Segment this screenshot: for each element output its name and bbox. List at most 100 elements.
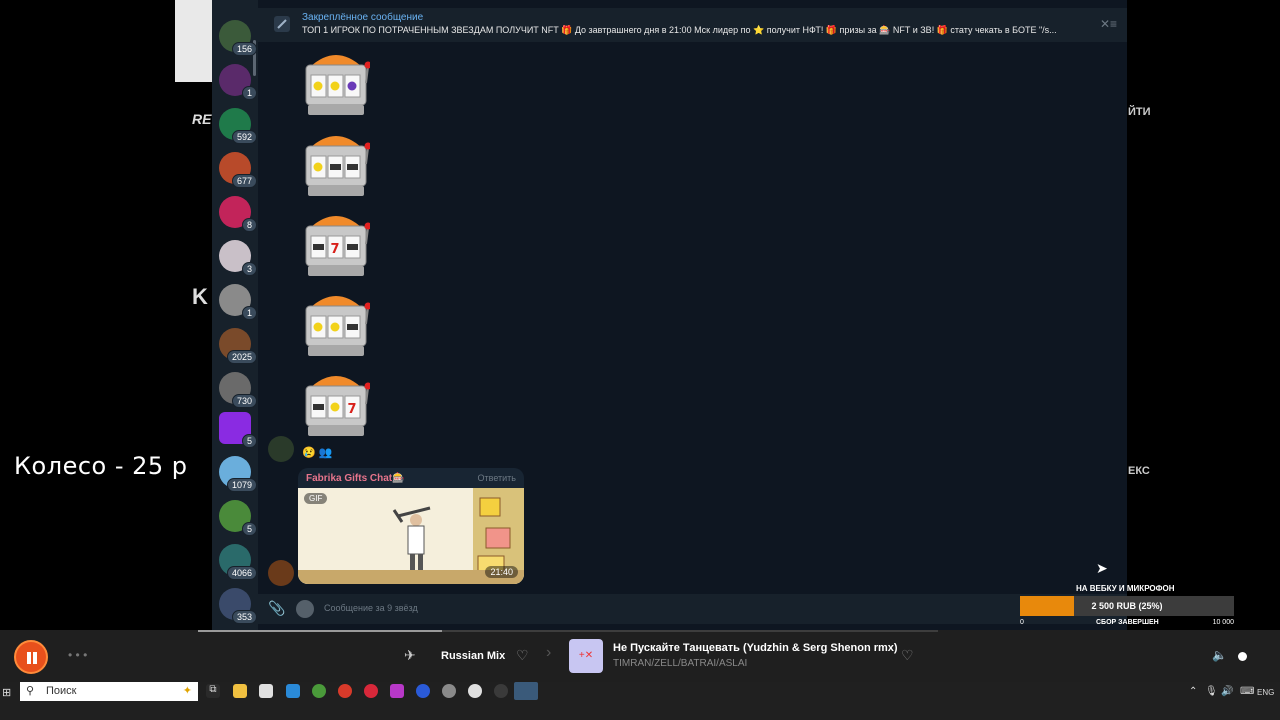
- more-icon[interactable]: • • •: [68, 648, 87, 662]
- volume-slider-handle[interactable]: [1238, 652, 1247, 661]
- track-artist[interactable]: TIMRAN/ZELL/BATRAI/ASLAI: [613, 658, 747, 669]
- donation-max: 10 000: [1212, 619, 1234, 626]
- slot-machine-sticker[interactable]: [302, 126, 372, 198]
- chat-avatar[interactable]: 2025: [219, 328, 257, 364]
- unread-badge: 156: [231, 42, 257, 56]
- pin-icon: [274, 16, 290, 32]
- app-icon[interactable]: [494, 684, 508, 698]
- app-icon[interactable]: [442, 684, 456, 698]
- gif-badge: GIF: [304, 493, 328, 504]
- volume-icon[interactable]: 🔈: [1212, 648, 1227, 662]
- opera-icon[interactable]: [364, 684, 378, 698]
- donation-progress-bar: 2 500 RUB (25%): [1020, 596, 1234, 616]
- search-highlight-icon: ✦: [182, 685, 192, 697]
- chevron-right-icon: ›: [546, 644, 552, 661]
- taskbar-search[interactable]: ⚲ Поиск ✦: [20, 682, 198, 701]
- message-input[interactable]: Сообщение за 9 звёзд: [324, 603, 418, 613]
- chat-avatar[interactable]: 730: [219, 372, 257, 408]
- background-ghost-text: ЕКС: [1128, 465, 1150, 477]
- message-sender-name: Fabrika Gifts Chat🎰: [306, 473, 405, 484]
- donation-goal-widget: НА ВЕБКУ И МИКРОФОН 2 500 RUB (25%) 0 СБ…: [1020, 580, 1240, 630]
- mail-icon[interactable]: [286, 684, 300, 698]
- app-icon[interactable]: [390, 684, 404, 698]
- message-time: 21:40: [485, 566, 518, 578]
- unread-badge: 730: [231, 394, 257, 408]
- tray-chevron-up-icon[interactable]: ⌃: [1189, 686, 1197, 697]
- donation-status: СБОР ЗАВЕРШЕН: [1096, 619, 1159, 626]
- background-right-panel: [1127, 0, 1280, 630]
- reply-button[interactable]: Ответить: [478, 473, 516, 483]
- unread-badge: 5: [241, 434, 257, 448]
- unread-badge: 8: [241, 218, 257, 232]
- track-progress-bar[interactable]: [198, 630, 938, 632]
- pinned-text: ТОП 1 ИГРОК ПО ПОТРАЧЕННЫМ ЗВЕЗДАМ ПОЛУЧ…: [302, 25, 1057, 35]
- background-left-panel: [0, 0, 212, 630]
- search-input[interactable]: Поиск: [46, 685, 76, 697]
- slot-machine-sticker[interactable]: 7: [302, 366, 372, 438]
- attach-icon[interactable]: 📎: [268, 600, 285, 617]
- pause-button[interactable]: [14, 640, 48, 674]
- background-ghost-text: K: [192, 284, 208, 309]
- windows-taskbar: ⊞ ⚲ Поиск ✦ ⧉ ⌃ 🎙 🔊 ⌨ ENG: [0, 682, 1280, 720]
- chat-avatar[interactable]: 353: [219, 588, 257, 624]
- wave-icon[interactable]: ✈: [404, 647, 416, 664]
- message-input-bar: 📎 Сообщение за 9 звёзд: [258, 594, 1127, 624]
- slot-machine-sticker[interactable]: 7: [302, 206, 372, 278]
- slot-machine-sticker[interactable]: [302, 286, 372, 358]
- unread-badge: 5: [241, 522, 257, 536]
- language-indicator[interactable]: ENG: [1257, 688, 1274, 697]
- chat-avatar[interactable]: 1: [219, 284, 257, 320]
- unpin-icon[interactable]: ✕≡: [1100, 17, 1117, 31]
- chat-avatar[interactable]: 592: [219, 108, 257, 144]
- chat-avatar[interactable]: 3: [219, 240, 257, 276]
- reactions[interactable]: 😢 👥: [302, 446, 332, 459]
- chat-avatar[interactable]: 156: [219, 20, 257, 56]
- unread-badge: 592: [231, 130, 257, 144]
- pinned-message-bar[interactable]: Закреплённое сообщение ТОП 1 ИГРОК ПО ПО…: [258, 8, 1127, 42]
- unread-badge: 4066: [226, 566, 257, 580]
- telegram-taskbar-icon[interactable]: [514, 682, 538, 700]
- chat-avatar[interactable]: 5: [219, 500, 257, 536]
- stream-overlay-wheel-text: Колесо - 25 р: [14, 452, 188, 480]
- unread-badge: 1079: [226, 478, 257, 492]
- chat-avatar[interactable]: 677: [219, 152, 257, 188]
- background-white-block: [175, 0, 215, 82]
- heart-icon[interactable]: ♡: [901, 647, 914, 664]
- chat-avatar[interactable]: 1: [219, 64, 257, 100]
- file-explorer-icon[interactable]: [233, 684, 247, 698]
- windows-start-icon[interactable]: ⊞: [2, 686, 11, 699]
- chat-list-sidebar: 156 1 592 677 8 3 1 2025 730 5 1079 5 40…: [212, 0, 258, 630]
- heart-icon[interactable]: ♡: [516, 647, 529, 664]
- sender-avatar[interactable]: [268, 560, 294, 586]
- unread-badge: 677: [231, 174, 257, 188]
- mouse-cursor-icon: ➤: [1096, 560, 1108, 576]
- gif-message[interactable]: Fabrika Gifts Chat🎰 Ответить GIF 21:40: [298, 468, 524, 584]
- speaker-icon[interactable]: 🔊: [1221, 686, 1233, 697]
- chat-avatar[interactable]: 4066: [219, 544, 257, 580]
- background-ghost-text: RE: [192, 111, 212, 127]
- send-as-avatar[interactable]: [296, 600, 314, 618]
- search-icon: ⚲: [26, 685, 35, 697]
- network-icon[interactable]: ⌨: [1240, 686, 1254, 697]
- svg-text:7: 7: [330, 242, 339, 257]
- chat-avatar[interactable]: 5: [219, 412, 257, 448]
- app-icon[interactable]: [416, 684, 430, 698]
- chat-avatar[interactable]: 1079: [219, 456, 257, 492]
- pinned-title: Закреплённое сообщение: [302, 12, 424, 23]
- track-title[interactable]: Не Пускайте Танцевать (Yudzhin & Serg Sh…: [613, 642, 898, 654]
- album-cover[interactable]: +✕: [569, 639, 603, 673]
- sender-avatar[interactable]: [268, 436, 294, 462]
- unread-badge: 1: [241, 306, 257, 320]
- browser-icon[interactable]: [468, 684, 482, 698]
- microphone-icon[interactable]: 🎙: [1205, 686, 1218, 697]
- chrome-icon[interactable]: [312, 684, 326, 698]
- playlist-name[interactable]: Russian Mix: [441, 650, 505, 662]
- donation-min: 0: [1020, 619, 1024, 626]
- yandex-icon[interactable]: [338, 684, 352, 698]
- music-player-bar: • • • ✈ Russian Mix ♡ › +✕ Не Пускайте Т…: [0, 630, 1280, 682]
- chat-avatar[interactable]: 8: [219, 196, 257, 232]
- background-ghost-text: ЙТИ: [1128, 106, 1151, 118]
- slot-machine-sticker[interactable]: [302, 45, 372, 117]
- task-view-icon[interactable]: ⧉: [206, 684, 220, 698]
- store-icon[interactable]: [259, 684, 273, 698]
